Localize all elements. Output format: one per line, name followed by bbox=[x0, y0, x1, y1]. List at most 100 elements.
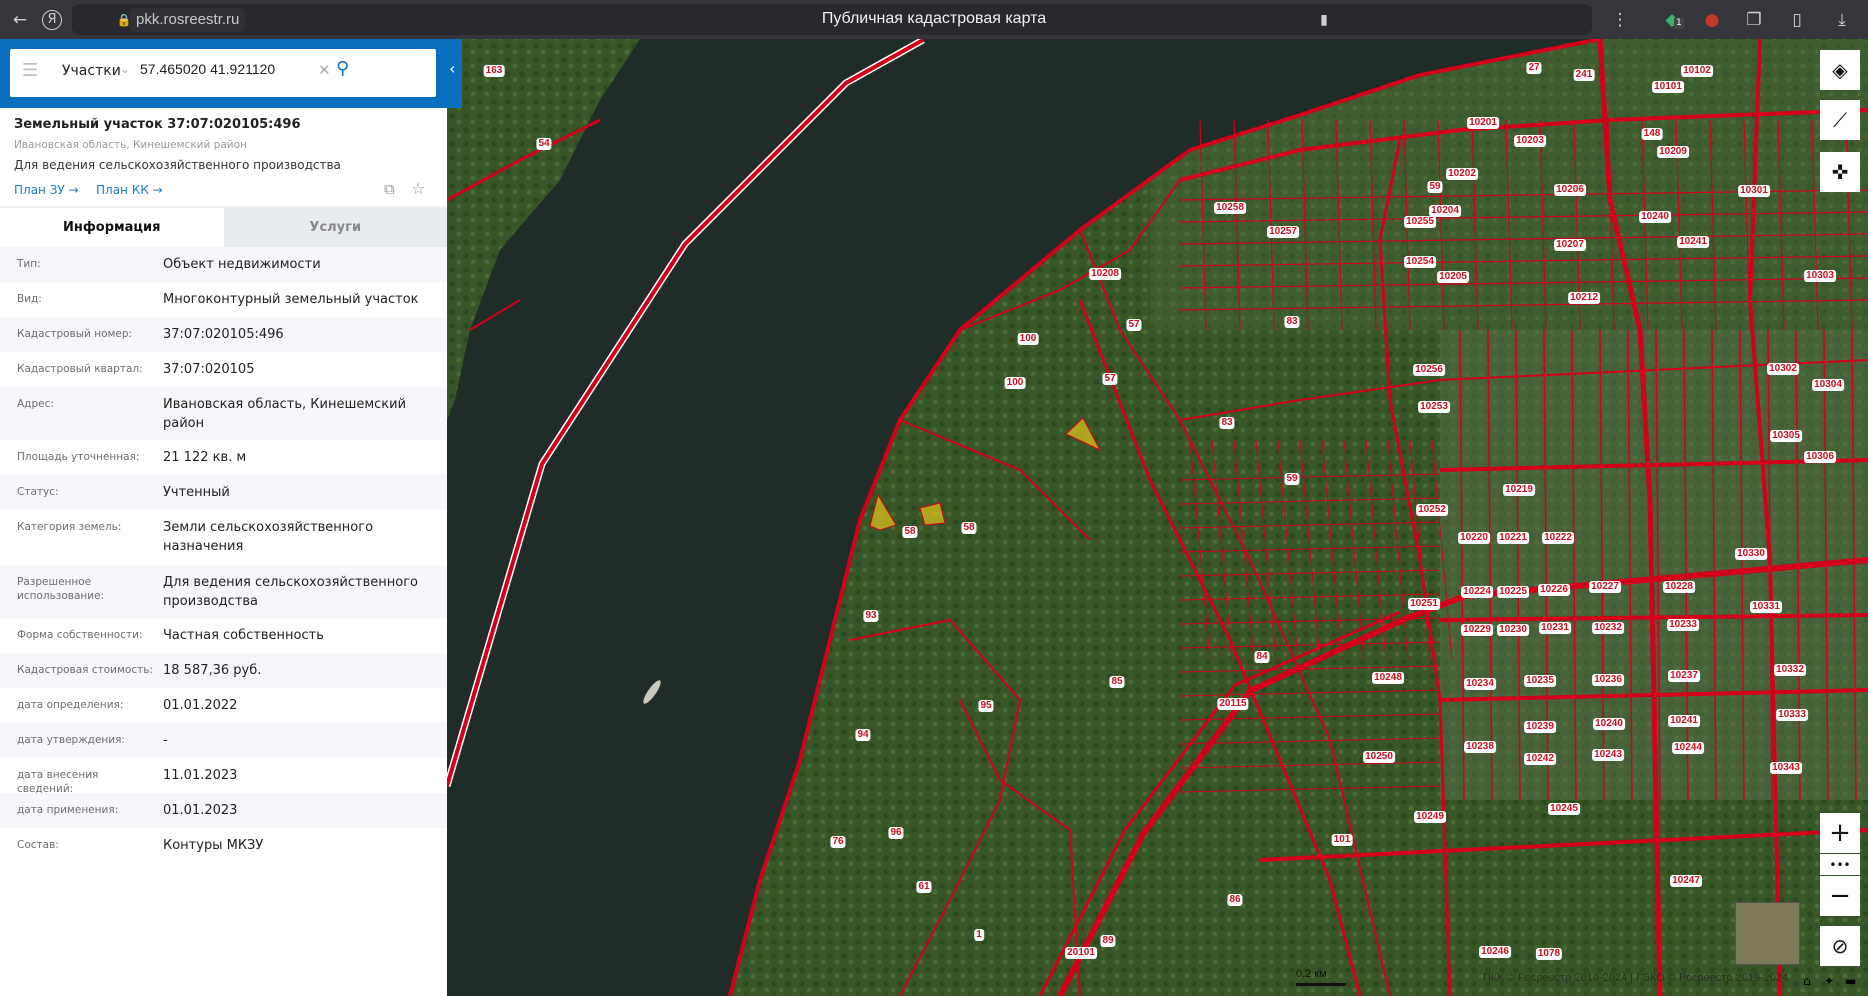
more-icon[interactable]: ⋮ bbox=[1608, 8, 1632, 32]
parcel-label[interactable]: 10229 bbox=[1461, 624, 1493, 636]
parcel-label[interactable]: 10330 bbox=[1735, 548, 1767, 560]
parcel-label[interactable]: 10246 bbox=[1479, 946, 1511, 958]
parcel-label[interactable]: 10247 bbox=[1670, 875, 1702, 887]
yandex-icon[interactable]: Я bbox=[42, 10, 62, 30]
parcel-label[interactable]: 10252 bbox=[1416, 504, 1448, 516]
search-icon[interactable]: ⚲ bbox=[336, 58, 349, 79]
parcel-label[interactable]: 10244 bbox=[1672, 742, 1704, 754]
parcel-label[interactable]: 148 bbox=[1641, 128, 1663, 140]
parcel-label[interactable]: 10234 bbox=[1464, 678, 1496, 690]
parcel-label[interactable]: 10249 bbox=[1414, 811, 1446, 823]
parcel-label[interactable]: 76 bbox=[830, 836, 846, 848]
parcel-label[interactable]: 10232 bbox=[1592, 622, 1624, 634]
parcel-label[interactable]: 10231 bbox=[1539, 622, 1571, 634]
parcel-label[interactable]: 1 bbox=[974, 929, 984, 941]
parcel-label[interactable]: 10102 bbox=[1681, 65, 1713, 77]
parcel-label[interactable]: 10302 bbox=[1767, 363, 1799, 375]
ruler-button[interactable]: ⟋ bbox=[1820, 100, 1860, 140]
minimap[interactable] bbox=[1735, 902, 1800, 965]
zoom-out-button[interactable]: − bbox=[1820, 876, 1860, 916]
parcel-label[interactable]: 10230 bbox=[1497, 624, 1529, 636]
parcel-label[interactable]: 83 bbox=[1219, 417, 1235, 429]
parcel-label[interactable]: 59 bbox=[1427, 181, 1443, 193]
parcel-label[interactable]: 10227 bbox=[1589, 581, 1621, 593]
tab-information[interactable]: Информация bbox=[0, 208, 224, 247]
parcel-label[interactable]: 27 bbox=[1526, 62, 1542, 74]
parcel-label[interactable]: 10204 bbox=[1429, 205, 1461, 217]
clear-icon[interactable]: ✕ bbox=[318, 61, 331, 79]
parcel-label[interactable]: 101 bbox=[1331, 834, 1353, 846]
star-favorite-icon[interactable]: ☆ bbox=[411, 179, 425, 198]
parcel-label[interactable]: 10212 bbox=[1568, 292, 1600, 304]
parcel-label[interactable]: 10220 bbox=[1458, 532, 1490, 544]
parcel-label[interactable]: 10240 bbox=[1593, 718, 1625, 730]
parcel-label[interactable]: 10208 bbox=[1089, 268, 1121, 280]
parcel-label[interactable]: 10241 bbox=[1677, 236, 1709, 248]
parcel-label[interactable]: 100 bbox=[1004, 377, 1026, 389]
parcel-label[interactable]: 10205 bbox=[1437, 271, 1469, 283]
parcel-label[interactable]: 85 bbox=[1109, 676, 1125, 688]
parcel-label[interactable]: 10224 bbox=[1461, 586, 1493, 598]
parcel-label[interactable]: 95 bbox=[978, 700, 994, 712]
home-icon[interactable]: ⌂ bbox=[1803, 974, 1811, 988]
parcel-label[interactable]: 10222 bbox=[1542, 532, 1574, 544]
cadastral-map[interactable]: 54 163 10201 27 241 10203 10202 59 10206 10258 102… bbox=[447, 39, 1868, 996]
shield-extension-icon[interactable]: ◆ 1 bbox=[1660, 8, 1684, 32]
parcel-label[interactable]: 10253 bbox=[1418, 401, 1450, 413]
parcel-label[interactable]: 54 bbox=[536, 138, 552, 150]
compass-button[interactable]: ⊘ bbox=[1820, 926, 1860, 966]
info-value-link[interactable]: 37:07:020105 bbox=[163, 360, 438, 379]
parcel-label[interactable]: 10243 bbox=[1592, 749, 1624, 761]
search-input[interactable] bbox=[140, 61, 310, 77]
parcel-label[interactable]: 10331 bbox=[1750, 601, 1782, 613]
parcel-label[interactable]: 96 bbox=[888, 827, 904, 839]
plan-zu-link[interactable]: План ЗУ → bbox=[14, 183, 79, 197]
menu-icon[interactable]: ☰ bbox=[22, 60, 38, 81]
parcel-label[interactable]: 10228 bbox=[1663, 581, 1695, 593]
parcel-label[interactable]: 10237 bbox=[1668, 670, 1700, 682]
parcel-label[interactable]: 94 bbox=[855, 729, 871, 741]
parcel-label[interactable]: 10209 bbox=[1657, 146, 1689, 158]
parcel-label[interactable]: 10255 bbox=[1404, 216, 1436, 228]
parcel-label[interactable]: 86 bbox=[1227, 894, 1243, 906]
search-document-icon[interactable]: ⧉ bbox=[384, 180, 395, 198]
parcel-label[interactable]: 241 bbox=[1573, 69, 1595, 81]
parcel-label[interactable]: 84 bbox=[1254, 651, 1270, 663]
parcel-label[interactable]: 10202 bbox=[1446, 168, 1478, 180]
parcel-label[interactable]: 20115 bbox=[1217, 698, 1249, 710]
parcel-label[interactable]: 10235 bbox=[1524, 675, 1556, 687]
parcel-label[interactable]: 93 bbox=[863, 610, 879, 622]
parcel-label[interactable]: 10301 bbox=[1738, 185, 1770, 197]
parcel-label[interactable]: 20101 bbox=[1065, 947, 1097, 959]
zoom-in-button[interactable]: + bbox=[1820, 813, 1860, 853]
bookmark-icon[interactable]: ▮ bbox=[1312, 8, 1336, 32]
search-type-select[interactable]: Участки bbox=[62, 63, 121, 79]
parcel-label[interactable]: 10250 bbox=[1363, 751, 1395, 763]
collections-icon[interactable]: ▯ bbox=[1785, 8, 1809, 32]
back-arrow-icon[interactable]: ← bbox=[8, 8, 32, 32]
parcel-label[interactable]: 10240 bbox=[1639, 211, 1671, 223]
parcel-label[interactable]: 10203 bbox=[1514, 135, 1546, 147]
parcel-label[interactable]: 10236 bbox=[1592, 674, 1624, 686]
parcel-label[interactable]: 10333 bbox=[1776, 709, 1808, 721]
parcel-label[interactable]: 10343 bbox=[1770, 762, 1802, 774]
locate-button[interactable]: ✜ bbox=[1820, 152, 1860, 192]
parcel-label[interactable]: 10225 bbox=[1497, 586, 1529, 598]
more-zoom-button[interactable]: ••• bbox=[1820, 854, 1860, 875]
parcel-label[interactable]: 59 bbox=[1284, 473, 1300, 485]
info-value-link[interactable]: Контуры МКЗУ bbox=[163, 836, 438, 855]
parcel-label[interactable]: 57 bbox=[1126, 319, 1142, 331]
parcel-label[interactable]: 10239 bbox=[1524, 721, 1556, 733]
info-value-link[interactable]: 37:07:020105:496 bbox=[163, 325, 438, 344]
plan-kk-link[interactable]: План КК → bbox=[96, 183, 163, 197]
parcel-label[interactable]: 10251 bbox=[1408, 598, 1440, 610]
parcel-label[interactable]: 10306 bbox=[1804, 451, 1836, 463]
parcel-label[interactable]: 10207 bbox=[1554, 239, 1586, 251]
parcel-label[interactable]: 10303 bbox=[1804, 270, 1836, 282]
parcel-label[interactable]: 57 bbox=[1102, 373, 1118, 385]
parcel-label[interactable]: 10305 bbox=[1770, 430, 1802, 442]
parcel-label[interactable]: 10226 bbox=[1538, 584, 1570, 596]
parcel-label[interactable]: 10101 bbox=[1652, 81, 1684, 93]
parcel-label[interactable]: 10245 bbox=[1548, 803, 1580, 815]
parcel-label[interactable]: 10241 bbox=[1668, 715, 1700, 727]
